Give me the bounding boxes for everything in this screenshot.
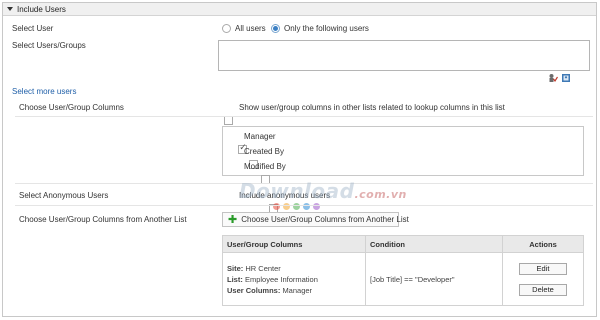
watermark-tail: .com.vn [354,188,407,201]
choose-columns-label: Choose User/Group Columns [19,103,124,112]
site-value: HR Center [245,263,281,273]
user-columns-value: Manager [282,285,313,295]
column-label-created-by: Created By [244,147,285,156]
add-plus-icon: ✚ [228,213,238,226]
show-columns-label: Show user/group columns in other lists r… [239,103,505,112]
actions-cell: Edit Delete [502,252,584,306]
radio-all-users[interactable] [222,24,231,33]
collapse-arrow-icon[interactable] [7,7,13,11]
edit-button[interactable]: Edit [519,262,567,275]
table-row: Site: HR Center List: Employee Informati… [222,252,584,306]
header-actions: Actions [502,235,584,253]
radio-all-users-label: All users [235,24,266,33]
condition-cell: [Job Title] == "Developer" [365,252,503,306]
column-label-modified-by: Modified By [244,162,286,171]
user-group-columns-cell: Site: HR Center List: Employee Informati… [222,252,366,306]
header-user-group-columns: User/Group Columns [222,235,366,253]
list-key: List: [227,274,243,284]
choose-from-another-list-label: Choose User/Group Columns from Another L… [241,215,409,224]
radio-only-following-label: Only the following users [284,24,369,33]
divider [15,205,593,206]
anonymous-users-label: Select Anonymous Users [19,191,109,200]
users-groups-picker[interactable] [218,40,590,71]
include-users-panel: Include Users Select User All users Only… [2,2,597,317]
watermark-logo: Download.com.vn [239,179,407,203]
column-label-manager: Manager [244,132,276,141]
another-list-label: Choose User/Group Columns from Another L… [19,215,187,224]
section-title: Include Users [17,4,66,14]
user-columns-key: User Columns: [227,285,281,295]
users-groups-label: Select Users/Groups [12,41,86,50]
address-book-icon[interactable] [561,73,571,83]
check-names-icon[interactable] [548,73,558,83]
divider [15,116,593,117]
header-condition: Condition [365,235,503,253]
select-user-label: Select User [12,24,54,33]
radio-only-following-users[interactable] [271,24,280,33]
section-header[interactable]: Include Users [3,3,596,16]
list-value: Employee Information [244,274,318,284]
watermark-text: Download [239,179,355,203]
choose-from-another-list-button[interactable]: ✚ Choose User/Group Columns from Another… [222,212,409,227]
site-key: Site: [227,263,244,273]
select-more-users-link[interactable]: Select more users [12,87,76,96]
another-list-table: User/Group Columns Condition Actions Sit… [222,235,584,306]
show-columns-checkbox[interactable] [224,116,233,125]
delete-button[interactable]: Delete [519,283,567,296]
